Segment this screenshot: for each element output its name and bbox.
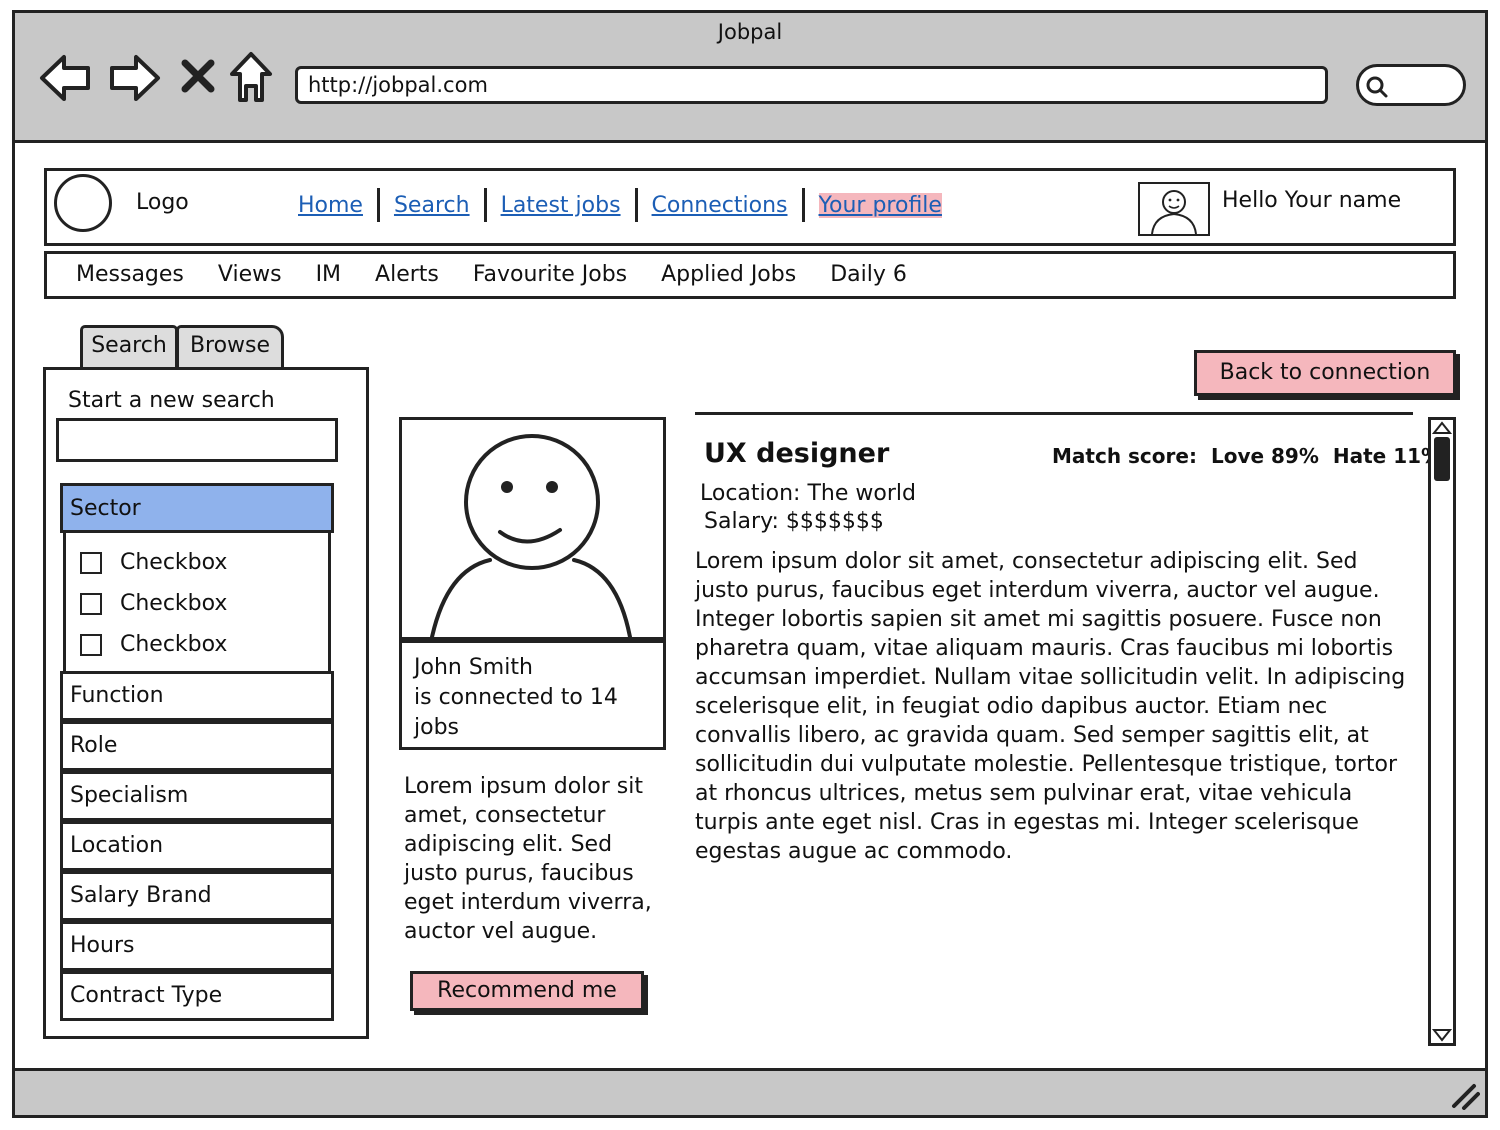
checkbox[interactable] [80,592,102,615]
subnav-views[interactable]: Views [218,262,282,287]
scroll-down-icon[interactable] [1431,1027,1453,1043]
person-description: Lorem ipsum dolor sit amet, consectetur … [404,774,652,944]
subnav-applied-jobs[interactable]: Applied Jobs [661,262,796,287]
tab-browse[interactable]: Browse [176,325,284,367]
match-score: Match score: Love 89% Hate 11% [1052,444,1441,468]
person-connections: is connected to 14 [414,685,618,710]
home-icon[interactable] [228,50,274,104]
love-score: Love 89% [1210,444,1319,468]
nav-link-your-profile[interactable]: Your profile [818,192,942,218]
person-name: John Smith [414,655,533,680]
person-connections-cont: jobs [414,715,459,740]
new-search-input[interactable] [56,418,338,462]
resize-grip-icon[interactable] [1448,1082,1480,1110]
job-description: Lorem ipsum dolor sit amet, consectetur … [695,549,1406,864]
search-icon [1366,76,1388,98]
sector-options: Checkbox Checkbox Checkbox [63,533,331,671]
new-search-label: Start a new search [68,388,275,413]
nav-link-home[interactable]: Home [298,193,363,218]
filter-salary-brand[interactable]: Salary Brand [60,871,334,921]
scroll-up-icon[interactable] [1431,420,1453,436]
logo-label: Logo [136,190,189,215]
sector-checkbox-row[interactable]: Checkbox [80,591,227,616]
sector-checkbox-row[interactable]: Checkbox [80,550,227,575]
subnav-im[interactable]: IM [316,262,341,287]
checkbox[interactable] [80,633,102,656]
forward-arrow-icon[interactable] [106,52,162,104]
nav-link-connections[interactable]: Connections [652,193,788,218]
scrollbar[interactable] [1428,417,1456,1046]
nav-link-latest-jobs[interactable]: Latest jobs [501,193,621,218]
filter-specialism[interactable]: Specialism [60,771,334,821]
checkbox-label: Checkbox [120,550,228,575]
subnav-alerts[interactable]: Alerts [375,262,439,287]
person-icon [430,434,632,639]
avatar[interactable] [1138,182,1210,236]
back-arrow-icon[interactable] [38,52,94,104]
avatar-icon [1151,190,1197,235]
main-nav: Home Search Latest jobs Connections Your… [298,188,942,222]
recommend-me-button[interactable]: Recommend me [410,971,644,1011]
subnav-messages[interactable]: Messages [76,262,184,287]
checkbox[interactable] [80,551,102,574]
filter-hours[interactable]: Hours [60,921,334,971]
nav-divider [634,188,638,222]
logo-image[interactable] [54,174,112,232]
filter-location[interactable]: Location [60,821,334,871]
filter-function[interactable]: Function [60,671,334,721]
nav-link-search[interactable]: Search [394,193,470,218]
url-input[interactable]: http://jobpal.com [295,66,1328,104]
job-title: UX designer [704,438,890,469]
hate-score: Hate 11% [1332,444,1442,468]
subnav-favourite-jobs[interactable]: Favourite Jobs [473,262,627,287]
filter-contract-type[interactable]: Contract Type [60,971,334,1021]
status-bar [15,1068,1485,1115]
job-location: Location: The world [700,481,916,506]
checkbox-label: Checkbox [120,591,228,616]
tab-search[interactable]: Search [80,325,178,367]
nav-divider [376,188,380,222]
filter-role[interactable]: Role [60,721,334,771]
divider [695,412,1413,415]
checkbox-label: Checkbox [120,632,228,657]
scroll-thumb[interactable] [1434,437,1450,481]
sub-nav: Messages Views IM Alerts Favourite Jobs … [76,262,907,287]
filter-sector-header[interactable]: Sector [60,483,334,533]
person-info: John Smith is connected to 14 jobs [399,640,666,750]
job-salary: Salary: $$$$$$$ [704,509,884,534]
nav-divider [483,188,487,222]
match-score-label: Match score: [1052,444,1197,468]
greeting-text: Hello Your name [1222,188,1402,213]
profile-photo [399,417,666,640]
window-title: Jobpal [717,20,783,44]
back-to-connection-button[interactable]: Back to connection [1194,350,1456,396]
nav-divider [801,188,805,222]
close-x-icon[interactable] [180,58,216,94]
browser-search-field[interactable] [1356,64,1466,106]
subnav-daily-6[interactable]: Daily 6 [830,262,907,287]
sector-checkbox-row[interactable]: Checkbox [80,632,227,657]
